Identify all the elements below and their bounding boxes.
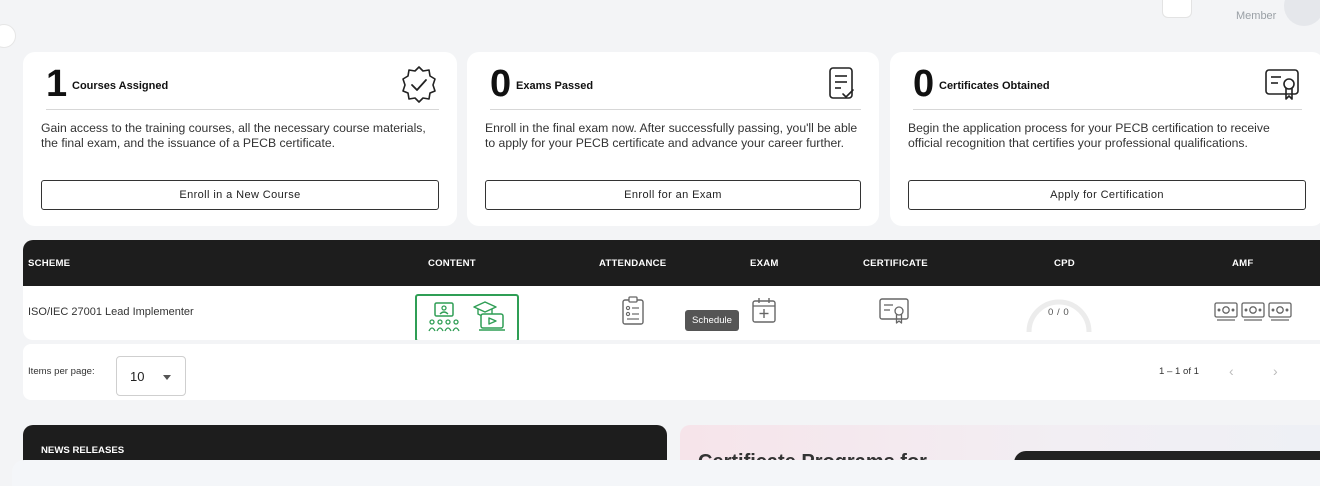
training-class-icon[interactable] bbox=[427, 301, 461, 335]
scheme-name: ISO/IEC 27001 Lead Implementer bbox=[28, 306, 194, 318]
items-per-page-label: Items per page: bbox=[28, 366, 95, 377]
items-per-page-value: 10 bbox=[130, 369, 145, 384]
page-range-label: 1 – 1 of 1 bbox=[1159, 366, 1200, 377]
card-header: 0 Certificates Obtained bbox=[913, 60, 1302, 110]
amf-payments-icon[interactable] bbox=[1213, 300, 1293, 324]
column-amf: AMF bbox=[1232, 258, 1254, 269]
enroll-exam-button[interactable]: Enroll for an Exam bbox=[485, 180, 861, 210]
schedule-tooltip: Schedule bbox=[685, 310, 740, 331]
exam-document-icon bbox=[821, 64, 861, 104]
table-header: SCHEME CONTENT ATTENDANCE EXAM CERTIFICA… bbox=[23, 240, 1320, 286]
certificates-obtained-card: 0 Certificates Obtained Begin the applic… bbox=[890, 52, 1320, 226]
paginator: Items per page: 10 1 – 1 of 1 ‹ › bbox=[23, 344, 1320, 400]
certificates-obtained-title: Certificates Obtained bbox=[939, 80, 1050, 92]
exams-passed-card: 0 Exams Passed Enroll in the final exam … bbox=[467, 52, 879, 226]
certificates-obtained-description: Begin the application process for your P… bbox=[908, 121, 1270, 150]
column-scheme: SCHEME bbox=[28, 258, 71, 269]
column-content: CONTENT bbox=[428, 258, 476, 269]
chevron-down-icon bbox=[163, 375, 171, 380]
column-certificate: CERTIFICATE bbox=[863, 258, 928, 269]
certificates-obtained-count: 0 bbox=[913, 63, 935, 105]
courses-assigned-description: Gain access to the training courses, all… bbox=[41, 121, 426, 150]
content-cell bbox=[415, 294, 519, 340]
table-row: ISO/IEC 27001 Lead Implementer Schedule … bbox=[23, 286, 1320, 340]
elearning-video-icon[interactable] bbox=[471, 299, 507, 333]
bottom-overlay bbox=[12, 460, 1320, 486]
certificate-icon bbox=[1262, 64, 1302, 104]
card-header: 1 Courses Assigned bbox=[46, 60, 439, 110]
notification-button[interactable] bbox=[1162, 0, 1192, 18]
check-badge-icon bbox=[399, 64, 439, 104]
apply-certification-button[interactable]: Apply for Certification bbox=[908, 180, 1306, 210]
attendance-clipboard-icon[interactable] bbox=[621, 296, 645, 326]
column-exam: EXAM bbox=[750, 258, 779, 269]
top-bar: Member bbox=[0, 0, 1320, 48]
enroll-new-course-button[interactable]: Enroll in a New Course bbox=[41, 180, 439, 210]
column-attendance: ATTENDANCE bbox=[599, 258, 667, 269]
cpd-value: 0 / 0 bbox=[1048, 307, 1070, 318]
schemes-table: SCHEME CONTENT ATTENDANCE EXAM CERTIFICA… bbox=[23, 240, 1320, 340]
sidebar-toggle-button[interactable] bbox=[0, 24, 16, 48]
courses-assigned-count: 1 bbox=[46, 63, 68, 105]
next-page-button[interactable]: › bbox=[1273, 363, 1278, 379]
exams-passed-description: Enroll in the final exam now. After succ… bbox=[485, 121, 858, 150]
card-header: 0 Exams Passed bbox=[490, 60, 861, 110]
news-releases-title: NEWS RELEASES bbox=[41, 445, 125, 456]
items-per-page-select[interactable]: 10 bbox=[116, 356, 186, 396]
exam-schedule-calendar-icon[interactable] bbox=[751, 296, 777, 324]
courses-assigned-card: 1 Courses Assigned Gain access to the tr… bbox=[23, 52, 457, 226]
exams-passed-title: Exams Passed bbox=[516, 80, 594, 92]
exams-passed-count: 0 bbox=[490, 63, 512, 105]
column-cpd: CPD bbox=[1054, 258, 1075, 269]
avatar[interactable] bbox=[1284, 0, 1320, 26]
courses-assigned-title: Courses Assigned bbox=[72, 80, 169, 92]
user-role: Member bbox=[1236, 10, 1277, 22]
previous-page-button[interactable]: ‹ bbox=[1229, 363, 1234, 379]
certificate-status-icon[interactable] bbox=[878, 296, 910, 326]
